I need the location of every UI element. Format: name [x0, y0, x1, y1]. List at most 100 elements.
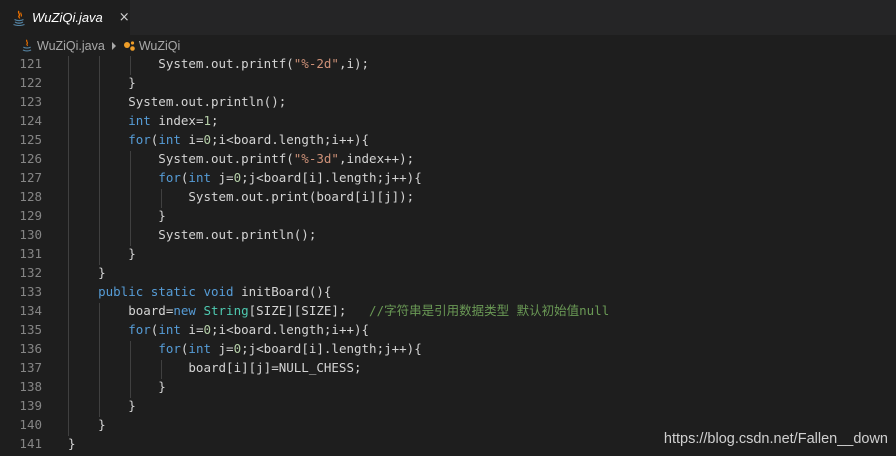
code-token: }: [68, 379, 166, 394]
code-token: //字符串是引用数据类型 默认初始值null: [369, 303, 610, 318]
line-number: 141: [19, 436, 42, 451]
code-token: ;i<board.length;i++){: [211, 132, 370, 147]
code-text: for(int j=0;j<board[i].length;j++){: [68, 168, 422, 187]
code-token: [SIZE][SIZE];: [248, 303, 370, 318]
code-token: 0: [233, 170, 242, 185]
line-number: 136: [19, 341, 42, 356]
code-token: ;j<board[i].length;j++){: [241, 170, 422, 185]
code-token: board=: [68, 303, 174, 318]
tab-title: WuZiQi.java: [32, 10, 103, 25]
code-text: }: [68, 263, 106, 282]
code-text: }: [68, 244, 136, 263]
line-number: 134: [19, 303, 42, 318]
code-token: ,i);: [338, 56, 370, 71]
code-line: 121 System.out.printf("%-2d",i);: [0, 54, 896, 73]
code-text: }: [68, 396, 136, 415]
line-number: 132: [19, 265, 42, 280]
code-line: 135 for(int i=0;i<board.length;i++){: [0, 320, 896, 339]
code-text: System.out.printf("%-3d",index++);: [68, 149, 414, 168]
code-line: 128 System.out.print(board[i][j]);: [0, 187, 896, 206]
code-token: 0: [203, 322, 212, 337]
code-token: int: [188, 341, 211, 356]
code-token: System.out.println();: [68, 227, 317, 242]
code-token: void: [203, 284, 234, 299]
java-file-icon: [22, 39, 32, 52]
code-text: for(int i=0;i<board.length;i++){: [68, 320, 369, 339]
code-text: for(int i=0;i<board.length;i++){: [68, 130, 369, 149]
code-line: 125 for(int i=0;i<board.length;i++){: [0, 130, 896, 149]
code-token: int: [188, 170, 211, 185]
code-token: public: [98, 284, 144, 299]
breadcrumb: WuZiQi.java WuZiQi: [0, 35, 896, 56]
line-number: 138: [19, 379, 42, 394]
line-number: 137: [19, 360, 42, 375]
code-text: }: [68, 434, 76, 453]
code-line: 137 board[i][j]=NULL_CHESS;: [0, 358, 896, 377]
code-text: board[i][j]=NULL_CHESS;: [68, 358, 361, 377]
code-line: 136 for(int j=0;j<board[i].length;j++){: [0, 339, 896, 358]
code-token: for: [158, 170, 181, 185]
code-token: 1: [203, 113, 212, 128]
class-icon: [123, 40, 135, 51]
code-text: }: [68, 377, 166, 396]
code-line: 122 }: [0, 73, 896, 92]
code-token: int: [128, 113, 151, 128]
close-icon[interactable]: ×: [119, 10, 130, 25]
code-token: }: [68, 265, 106, 280]
code-line: 132 }: [0, 263, 896, 282]
code-token: for: [128, 322, 151, 337]
code-line: 134 board=new String[SIZE][SIZE]; //字符串是…: [0, 301, 896, 320]
line-number: 139: [19, 398, 42, 413]
code-text: int index=1;: [68, 111, 218, 130]
code-editor[interactable]: 121 System.out.printf("%-2d",i); 122 } 123…: [0, 56, 896, 456]
code-text: System.out.println();: [68, 92, 286, 111]
code-token: i=: [180, 132, 204, 147]
code-token: }: [68, 208, 166, 223]
code-text: }: [68, 206, 166, 225]
code-token: System.out.printf(: [68, 56, 294, 71]
tab-bar: WuZiQi.java ×: [0, 0, 896, 35]
code-text: }: [68, 415, 106, 434]
code-token: ;i<board.length;i++){: [211, 322, 370, 337]
line-number: 125: [19, 132, 42, 147]
code-token: System.out.printf(: [68, 151, 294, 166]
code-token: "%-3d": [293, 151, 339, 166]
code-token: }: [68, 417, 106, 432]
code-token: j=: [211, 170, 234, 185]
breadcrumb-file[interactable]: WuZiQi.java: [37, 39, 105, 53]
code-token: }: [68, 246, 136, 261]
breadcrumb-class[interactable]: WuZiQi: [139, 39, 180, 53]
code-token: ,index++);: [338, 151, 415, 166]
line-number: 122: [19, 75, 42, 90]
code-text: System.out.println();: [68, 225, 316, 244]
code-token: i=: [180, 322, 204, 337]
line-number: 121: [19, 56, 42, 71]
code-text: System.out.print(board[i][j]);: [68, 187, 414, 206]
code-token: index=: [150, 113, 204, 128]
code-token: "%-2d": [293, 56, 339, 71]
code-line: 124 int index=1;: [0, 111, 896, 130]
code-line: 139 }: [0, 396, 896, 415]
code-token: System.out.print(board[i][j]);: [68, 189, 415, 204]
line-number: 128: [19, 189, 42, 204]
line-number: 130: [19, 227, 42, 242]
line-number: 126: [19, 151, 42, 166]
code-line: 129 }: [0, 206, 896, 225]
code-line: 130 System.out.println();: [0, 225, 896, 244]
code-token: String: [203, 303, 249, 318]
code-token: int: [158, 132, 181, 147]
code-token: for: [128, 132, 151, 147]
line-number: 140: [19, 417, 42, 432]
code-text: }: [68, 73, 136, 92]
code-token: 0: [203, 132, 212, 147]
code-token: static: [150, 284, 196, 299]
code-text: board=new String[SIZE][SIZE]; //字符串是引用数据…: [68, 301, 609, 320]
code-token: 0: [233, 341, 242, 356]
editor-tab[interactable]: WuZiQi.java ×: [0, 0, 130, 35]
